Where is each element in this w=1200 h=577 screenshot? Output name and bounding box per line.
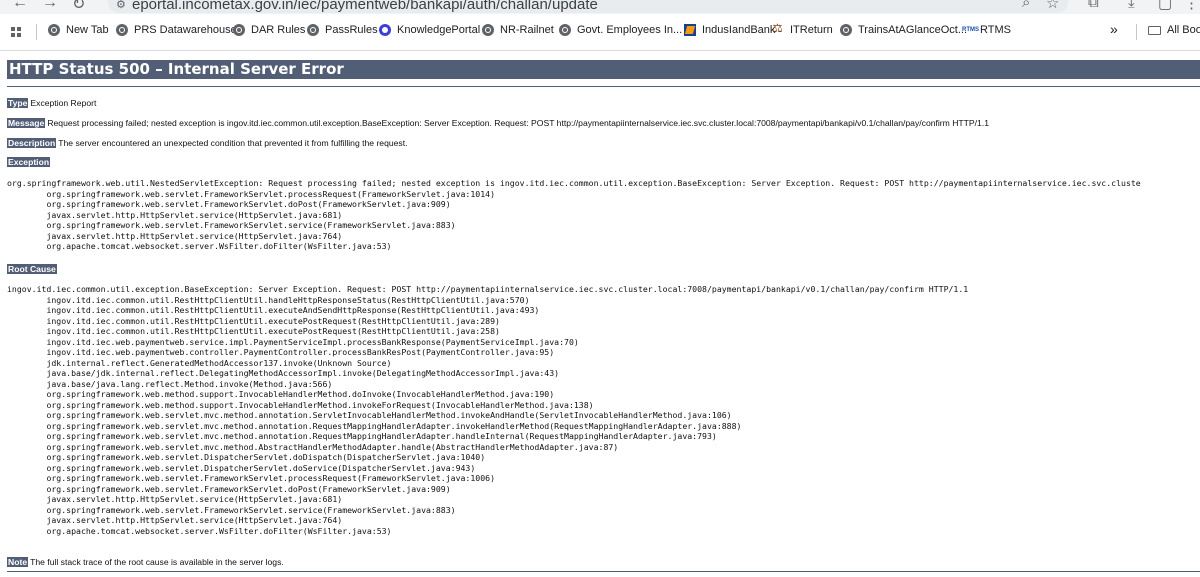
note-row: Note The full stack trace of the root cau…: [7, 557, 284, 568]
exception-stack-trace: org.springframework.web.util.NestedServl…: [7, 178, 1141, 251]
url-text[interactable]: eportal.incometax.gov.in/iec/paymentweb/…: [132, 0, 598, 13]
root-cause-stack-trace: ingov.itd.iec.common.util.exception.Base…: [7, 284, 969, 536]
itreturn-icon: [772, 21, 784, 36]
footer-divider: [7, 571, 1200, 572]
message-row: Message Request processing failed; nested…: [7, 118, 989, 129]
bookmark-label: IndusIandBank: [702, 24, 776, 36]
rtms-icon: RTMS: [962, 27, 979, 33]
bookmark-prs-datawarehouse[interactable]: PRS Datawarehouse: [116, 24, 237, 36]
address-bar: ← → ↻ ⚙ eportal.incometax.gov.in/iec/pay…: [0, 0, 1200, 14]
title-divider: [7, 86, 1200, 87]
bookmark-trainsataglance[interactable]: TrainsAtAGlanceOct...: [840, 24, 967, 36]
error-title: HTTP Status 500 – Internal Server Error: [7, 60, 1200, 79]
globe-icon: [48, 24, 60, 36]
type-label: Type: [7, 98, 29, 108]
bookmark-label: DAR Rules: [251, 24, 306, 36]
folder-icon: [1148, 25, 1161, 35]
reload-icon[interactable]: ↻: [72, 0, 85, 14]
error-page: HTTP Status 500 – Internal Server Error …: [7, 60, 1200, 572]
bookmark-indusindbank[interactable]: IndusIandBank: [684, 24, 775, 36]
apps-grid-icon[interactable]: [11, 27, 22, 38]
bookmark-label: KnowledgePortal: [397, 24, 481, 36]
globe-icon: [840, 24, 852, 36]
type-row: Type Exception Report: [7, 98, 96, 109]
menu-icon[interactable]: ⋮: [1184, 0, 1199, 12]
exception-heading: Exception: [7, 157, 52, 168]
note-value: The full stack trace of the root cause i…: [30, 557, 284, 567]
globe-icon: [116, 24, 128, 36]
all-bookmarks-button[interactable]: All Bookmarks: [1148, 24, 1200, 36]
bookmark-label: RTMS: [980, 24, 1011, 36]
description-row: Description The server encountered an une…: [7, 138, 408, 149]
bookmark-label: PassRules: [325, 24, 378, 36]
bookmarks-divider: [36, 24, 37, 40]
bookmark-label: New Tab: [66, 24, 109, 36]
bookmark-rtms[interactable]: RTMS RTMS: [962, 24, 1011, 36]
bookmark-itreturn[interactable]: ITReturn: [772, 21, 833, 36]
bookmarks-overflow-chevron[interactable]: »: [1110, 21, 1118, 37]
site-info-icon[interactable]: ⚙: [116, 0, 126, 11]
bookmark-label: ITReturn: [790, 24, 833, 36]
root-cause-heading: Root Cause: [7, 264, 59, 275]
globe-icon: [233, 24, 245, 36]
root-cause-label: Root Cause: [7, 264, 57, 274]
message-label: Message: [7, 118, 46, 128]
type-value: Exception Report: [30, 98, 97, 108]
bookmark-label: PRS Datawarehouse: [134, 24, 237, 36]
description-value: The server encountered an unexpected con…: [58, 138, 408, 148]
message-value: Request processing failed; nested except…: [47, 118, 989, 128]
description-label: Description: [7, 138, 57, 148]
bookmark-star-icon[interactable]: ☆: [1046, 0, 1059, 12]
bookmark-knowledgeportal[interactable]: KnowledgePortal: [379, 24, 480, 36]
bookmark-govt-employees[interactable]: Govt. Employees In...: [559, 24, 682, 36]
globe-icon: [307, 24, 319, 36]
bookmarks-divider: [1136, 24, 1137, 40]
bookmark-nr-railnet[interactable]: NR-Railnet: [482, 24, 554, 36]
indusind-icon: [684, 24, 696, 36]
bookmark-new-tab[interactable]: New Tab: [48, 24, 109, 36]
bookmark-label: NR-Railnet: [500, 24, 554, 36]
back-arrow-icon[interactable]: ←: [12, 0, 28, 12]
bookmark-label: TrainsAtAGlanceOct...: [858, 24, 968, 36]
forward-arrow-icon[interactable]: →: [42, 0, 58, 12]
knowledge-portal-icon: [379, 24, 391, 36]
zoom-icon[interactable]: ⌕: [1022, 0, 1030, 11]
bookmarks-bar: New Tab PRS Datawarehouse DAR Rules Pass…: [0, 14, 1200, 51]
globe-icon: [559, 24, 571, 36]
note-label: Note: [7, 557, 29, 567]
globe-icon: [482, 24, 494, 36]
download-icon[interactable]: ⤓: [1128, 0, 1135, 11]
bookmark-passrules[interactable]: PassRules: [307, 24, 378, 36]
exception-label: Exception: [7, 157, 51, 167]
bookmark-label: Govt. Employees In...: [577, 24, 683, 36]
extensions-icon[interactable]: ⧉: [1088, 0, 1099, 11]
bookmark-dar-rules[interactable]: DAR Rules: [233, 24, 305, 36]
profile-icon[interactable]: ▢: [1158, 0, 1172, 12]
all-bookmarks-label: All Bookmarks: [1167, 24, 1200, 36]
url-field[interactable]: ⚙ eportal.incometax.gov.in/iec/paymentwe…: [108, 0, 1068, 13]
